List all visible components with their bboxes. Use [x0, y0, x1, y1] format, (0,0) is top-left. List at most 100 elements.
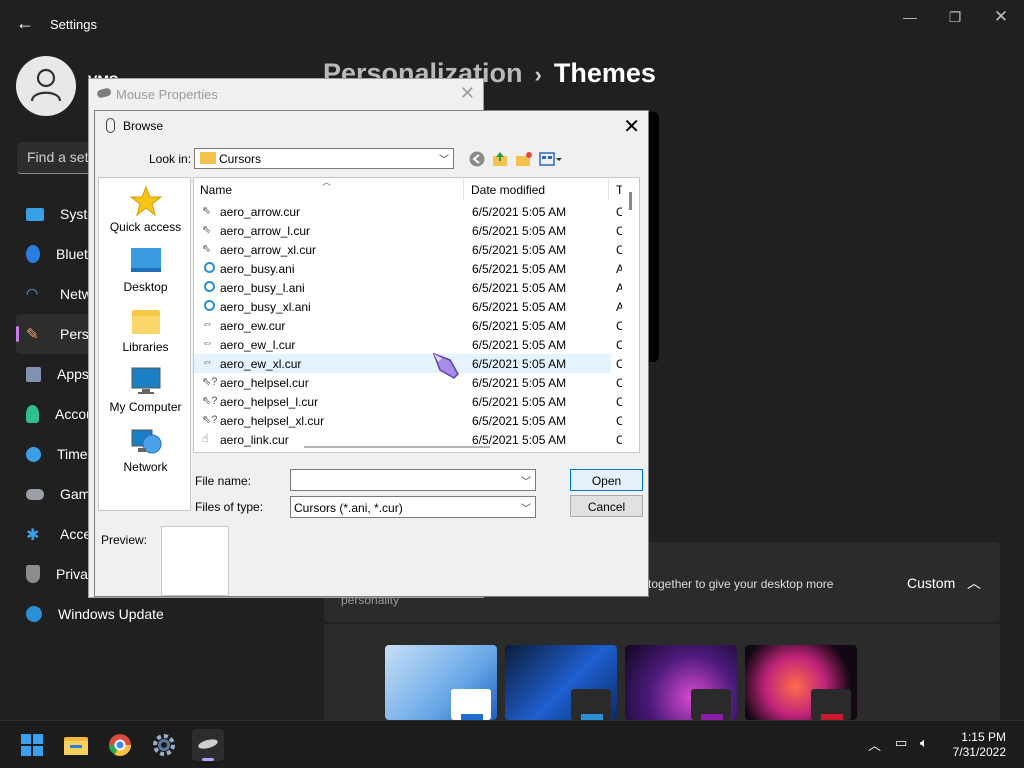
network-status-icon[interactable]: ▭: [895, 735, 907, 751]
preview-label: Preview:: [101, 533, 148, 547]
look-in-label: Look in:: [149, 152, 192, 166]
arrow-cursor-icon: ⇖: [202, 224, 212, 236]
file-row[interactable]: aero_busy.ani6/5/2021 5:05 AMAr: [194, 259, 628, 278]
horizontal-scrollbar[interactable]: [304, 446, 490, 448]
close-button[interactable]: ✕: [978, 6, 1024, 28]
file-row[interactable]: ⇖?aero_helpsel.cur6/5/2021 5:05 AMCu: [194, 373, 631, 392]
files-of-type-value: Cursors (*.ani, *.cur): [294, 501, 403, 515]
mouse-icon: [106, 118, 115, 133]
desktop-icon: [130, 246, 162, 276]
file-row[interactable]: aero_busy_l.ani6/5/2021 5:05 AMAr: [194, 278, 628, 297]
monitor-icon: [26, 207, 44, 221]
windows-logo-icon: [21, 734, 43, 756]
back-icon[interactable]: [468, 150, 486, 168]
bluetooth-icon: [26, 245, 40, 263]
open-button[interactable]: Open: [570, 469, 643, 491]
file-date: 6/5/2021 5:05 AM: [472, 414, 567, 428]
computer-icon: [130, 366, 162, 396]
file-date: 6/5/2021 5:05 AM: [472, 433, 567, 447]
place-quick-access[interactable]: Quick access: [99, 185, 192, 234]
chevron-up-icon[interactable]: ︿: [868, 735, 881, 754]
places-bar: Quick access Desktop Libraries My Comput…: [98, 177, 191, 511]
file-row[interactable]: ⇖aero_arrow_xl.cur6/5/2021 5:05 AMCu: [194, 240, 631, 259]
file-date: 6/5/2021 5:05 AM: [472, 262, 567, 276]
column-label: Name: [200, 183, 233, 197]
close-button[interactable]: ✕: [623, 114, 640, 139]
user-icon: [30, 68, 62, 102]
chevron-down-icon: ﹀: [439, 155, 449, 166]
cancel-button[interactable]: Cancel: [570, 495, 643, 517]
busy-cursor-icon: [204, 262, 215, 273]
file-row[interactable]: ⇖?aero_helpsel_xl.cur6/5/2021 5:05 AMCu: [194, 411, 631, 430]
start-button[interactable]: [16, 729, 48, 761]
file-row[interactable]: ⇔aero_ew.cur6/5/2021 5:05 AMCu: [194, 316, 631, 335]
file-row[interactable]: ⇔aero_ew_xl.cur6/5/2021 5:05 AMCu: [194, 354, 631, 373]
file-date: 6/5/2021 5:05 AM: [472, 376, 567, 390]
avatar[interactable]: [16, 56, 76, 116]
file-row[interactable]: aero_busy_xl.ani6/5/2021 5:05 AMAr: [194, 297, 628, 316]
file-row[interactable]: ⇖?aero_helpsel_l.cur6/5/2021 5:05 AMCu: [194, 392, 631, 411]
folder-icon: [64, 737, 88, 755]
theme-thumbnail[interactable]: [745, 645, 857, 720]
help-cursor-icon: ⇖?: [202, 395, 218, 407]
file-explorer-button[interactable]: [60, 729, 92, 761]
system-clock[interactable]: 1:15 PM 7/31/2022: [953, 730, 1006, 760]
ew-cursor-icon: ⇔: [202, 337, 213, 349]
minimize-button[interactable]: —: [887, 6, 933, 28]
arrow-cursor-icon: ⇖: [202, 205, 212, 217]
place-label: Desktop: [123, 280, 168, 294]
column-header-date[interactable]: Date modified: [465, 178, 609, 200]
view-menu-icon[interactable]: [539, 150, 563, 168]
update-icon: [26, 606, 42, 622]
chrome-button[interactable]: [104, 729, 136, 761]
file-name-input[interactable]: ﹀: [290, 469, 536, 491]
wifi-icon: ◠: [26, 285, 39, 301]
new-folder-icon[interactable]: [515, 150, 533, 168]
place-label: Libraries: [122, 340, 169, 354]
pen-cursor-icon: [432, 352, 459, 379]
window-title: Mouse Properties: [116, 87, 218, 102]
chevron-down-icon: ﹀: [521, 504, 531, 515]
mouse-properties-taskbar-button[interactable]: [192, 729, 224, 761]
back-arrow-icon[interactable]: ←: [14, 12, 36, 34]
app-title: Settings: [50, 17, 97, 32]
file-row[interactable]: ⇔aero_ew_l.cur6/5/2021 5:05 AMCu: [194, 335, 631, 354]
scrollbar-thumb[interactable]: [629, 192, 632, 210]
busy-cursor-icon: [204, 281, 215, 292]
file-name: aero_busy.ani: [220, 262, 295, 276]
nav-item-windows-update[interactable]: Windows Update: [16, 594, 306, 634]
themes-description: together to give your desktop more: [648, 577, 834, 591]
busy-cursor-icon: [204, 300, 215, 311]
place-libraries[interactable]: Libraries: [99, 306, 192, 354]
chevron-down-icon[interactable]: ﹀: [521, 473, 531, 488]
chevron-up-icon[interactable]: ︿: [967, 573, 981, 593]
maximize-button[interactable]: ❐: [932, 6, 978, 28]
settings-app-button[interactable]: [148, 729, 180, 761]
theme-thumbnail[interactable]: [625, 645, 737, 720]
file-row[interactable]: ⇖aero_arrow_l.cur6/5/2021 5:05 AMCu: [194, 221, 631, 240]
file-date: 6/5/2021 5:05 AM: [472, 281, 567, 295]
place-my-computer[interactable]: My Computer: [99, 366, 192, 414]
ew-cursor-icon: ⇔: [202, 318, 213, 330]
volume-icon[interactable]: 🔈︎: [920, 735, 928, 751]
clock-time: 1:15 PM: [961, 730, 1006, 744]
file-row[interactable]: ⇖aero_arrow.cur6/5/2021 5:05 AMCu: [194, 202, 631, 221]
theme-thumbnail[interactable]: [505, 645, 617, 720]
brush-icon: ✎: [26, 326, 39, 343]
close-button[interactable]: ✕: [460, 83, 475, 104]
files-of-type-dropdown[interactable]: Cursors (*.ani, *.cur) ﹀: [290, 496, 536, 518]
libraries-icon: [130, 306, 162, 336]
theme-mini-window: [571, 689, 611, 720]
up-folder-icon[interactable]: [491, 150, 509, 168]
clock-date: 7/31/2022: [952, 745, 1006, 759]
theme-thumbnail[interactable]: [385, 645, 497, 720]
place-desktop[interactable]: Desktop: [99, 246, 192, 294]
help-cursor-icon: ⇖?: [202, 376, 218, 388]
files-of-type-label: Files of type:: [195, 500, 264, 514]
place-label: Network: [123, 460, 168, 474]
place-network[interactable]: Network: [99, 426, 192, 474]
arrow-cursor-icon: ⇖: [202, 243, 212, 255]
vertical-scrollbar[interactable]: [622, 178, 639, 452]
file-name: aero_ew.cur: [220, 319, 286, 333]
look-in-dropdown[interactable]: Cursors ﹀: [194, 148, 454, 169]
